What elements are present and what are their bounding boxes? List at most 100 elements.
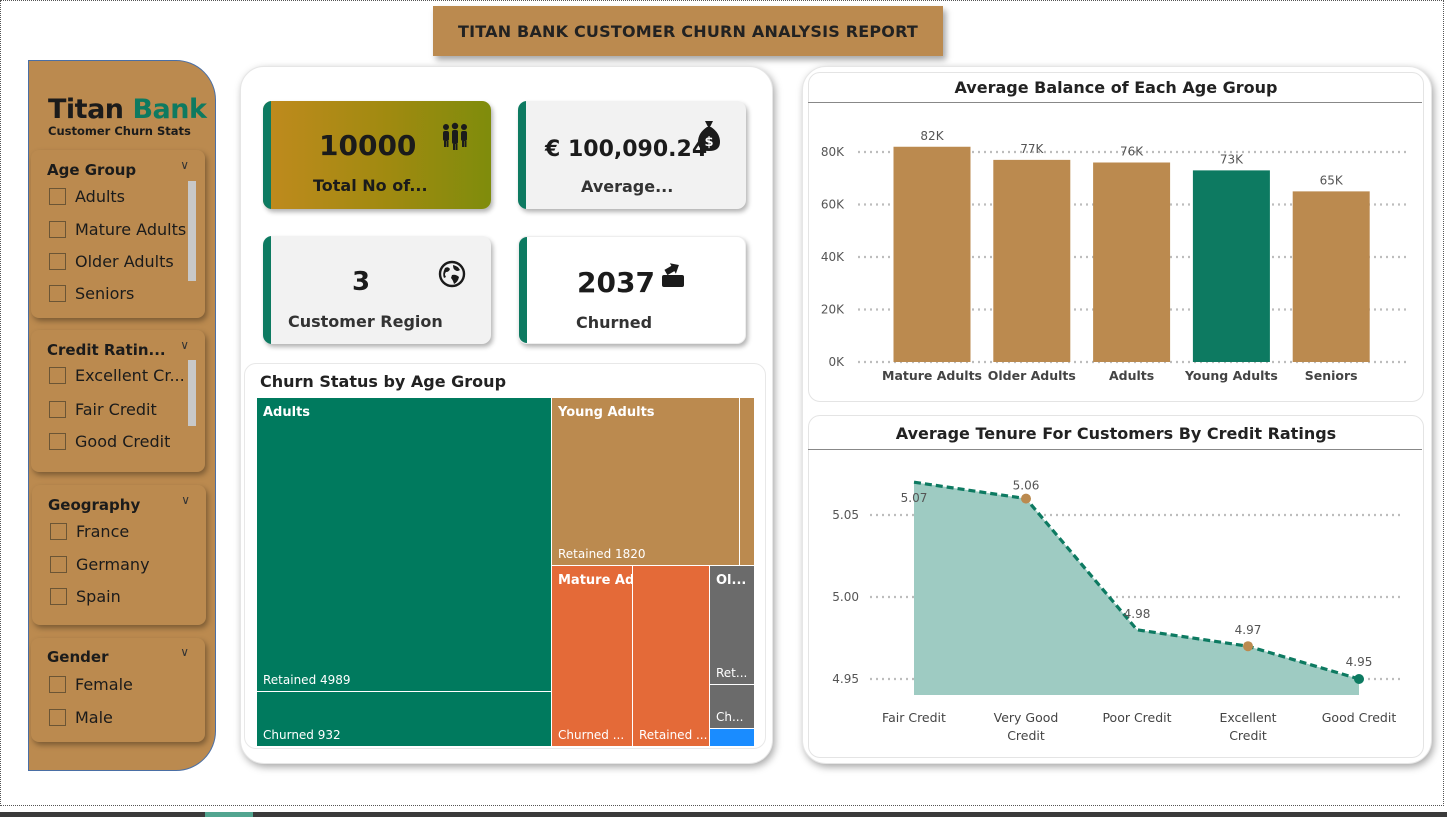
bar-mark[interactable]	[1192, 170, 1270, 362]
exit-icon	[660, 263, 686, 293]
kpi-accent	[263, 101, 271, 209]
treemap-older-adults-retained-label: Ret...	[716, 666, 748, 680]
checkbox[interactable]	[49, 676, 66, 693]
kpi-average-balance[interactable]: € 100,090.24 Average... $	[518, 101, 746, 209]
checkbox[interactable]	[49, 433, 66, 450]
bar-mark[interactable]	[993, 159, 1071, 362]
treemap-adults-retained[interactable]: Adults Retained 4989	[257, 398, 551, 691]
checkbox[interactable]	[49, 188, 66, 205]
bar-mark[interactable]	[1292, 191, 1370, 362]
treemap-title: Churn Status by Age Group	[259, 372, 507, 391]
treemap-young-adults-header: Young Adults	[558, 405, 655, 420]
treemap-young-adults-churned[interactable]	[740, 398, 754, 565]
area-fill	[914, 482, 1359, 695]
checkbox[interactable]	[49, 285, 66, 302]
chevron-down-icon[interactable]: ∨	[180, 645, 189, 659]
geography-slicer: Geography ∨ France Germany Spain	[32, 485, 206, 625]
treemap-mature-adults-retained[interactable]: Retained ...	[633, 566, 709, 746]
slicer-item-female[interactable]: Female	[49, 675, 133, 694]
checkbox[interactable]	[50, 523, 67, 540]
kpi-customer-region[interactable]: 3 Customer Region	[263, 236, 491, 344]
slicer-item-male[interactable]: Male	[49, 708, 113, 727]
area-data-label: 5.07	[901, 491, 928, 505]
slicer-item-older-adults[interactable]: Older Adults	[49, 252, 174, 271]
kpi-average-balance-label: Average...	[581, 177, 674, 196]
treemap-mature-adults-churned[interactable]: Mature Adults Churned ...	[552, 566, 632, 746]
area-point-marker[interactable]	[1243, 641, 1253, 652]
geography-slicer-title: Geography	[48, 496, 141, 514]
kpi-customer-region-value: 3	[352, 267, 371, 297]
area-data-label: 4.98	[1124, 607, 1151, 621]
bar-x-tick-label: Seniors	[1305, 368, 1358, 383]
brand-logo: Titan Bank	[48, 94, 207, 125]
bar-mark[interactable]	[893, 146, 971, 362]
money-bag-icon: $	[696, 119, 722, 157]
slicer-scrollbar[interactable]	[188, 181, 196, 281]
bar-y-tick-label: 40K	[821, 250, 845, 264]
gender-slicer: Gender ∨ Female Male	[31, 638, 205, 742]
bar-data-label: 73K	[1220, 152, 1244, 166]
svg-text:$: $	[704, 135, 713, 150]
bar-chart-title: Average Balance of Each Age Group	[954, 78, 1278, 97]
slicer-item-mature-adults[interactable]: Mature Adults	[49, 220, 186, 239]
treemap-mature-adults-churned-label: Churned ...	[558, 728, 625, 742]
area-chart: 4.95 5.00 5.05 5.07 5.06 4.98 4.97 4.95 Fair Cre…	[832, 479, 1400, 743]
treemap-older-adults-churned[interactable]: Ch...	[710, 685, 754, 728]
area-point-marker[interactable]	[1354, 674, 1364, 684]
treemap-young-adults-retained[interactable]: Young Adults Retained 1820	[552, 398, 739, 565]
slicer-item-spain[interactable]: Spain	[50, 587, 121, 606]
bar-x-tick-label: Older Adults	[988, 368, 1076, 383]
bar-y-tick-label: 80K	[821, 145, 845, 159]
bar-chart: 0K 20K 40K 60K 80K 82K Mature Adults 77K Older A…	[821, 129, 1410, 383]
checkbox[interactable]	[49, 401, 66, 418]
treemap-older-adults-churned-label: Ch...	[716, 710, 744, 724]
slicer-scrollbar[interactable]	[188, 360, 196, 426]
kpi-average-balance-value: € 100,090.24	[545, 137, 708, 162]
bar-mark[interactable]	[1093, 162, 1171, 363]
slicer-item-france[interactable]: France	[50, 522, 129, 541]
checkbox[interactable]	[50, 556, 67, 573]
bar-data-label: 77K	[1020, 142, 1044, 156]
kpi-churned[interactable]: 2037 Churned	[518, 236, 746, 344]
area-x-tick-label: Very Good Credit	[994, 710, 1059, 743]
chevron-down-icon[interactable]: ∨	[180, 158, 189, 172]
slicer-item-adults[interactable]: Adults	[49, 187, 125, 206]
globe-icon	[438, 260, 466, 292]
checkbox[interactable]	[49, 221, 66, 238]
bar-y-tick-label: 0K	[828, 355, 845, 369]
kpi-churned-value: 2037	[577, 266, 655, 299]
slicer-item-germany[interactable]: Germany	[50, 555, 150, 574]
area-data-label: 4.97	[1235, 623, 1262, 637]
bar-data-label: 76K	[1120, 145, 1144, 159]
kpi-accent	[518, 101, 526, 209]
checkbox[interactable]	[49, 709, 66, 726]
treemap-young-adults-retained-label: Retained 1820	[558, 547, 646, 561]
chevron-down-icon[interactable]: ∨	[181, 493, 190, 507]
bar-x-tick-label: Young Adults	[1184, 368, 1278, 383]
chevron-down-icon[interactable]: ∨	[180, 338, 189, 352]
checkbox[interactable]	[49, 253, 66, 270]
treemap-adults-churned[interactable]: Churned 932	[257, 692, 551, 746]
slicer-item-fair-credit[interactable]: Fair Credit	[49, 400, 157, 419]
treemap-seniors[interactable]	[710, 729, 754, 746]
people-icon	[439, 121, 471, 155]
area-data-label: 5.06	[1013, 479, 1040, 493]
area-y-tick-label: 5.05	[832, 508, 859, 522]
area-y-tick-label: 4.95	[832, 672, 859, 686]
active-page-indicator[interactable]	[205, 812, 253, 817]
kpi-total-customers[interactable]: 10000 Total No of...	[263, 101, 491, 209]
treemap-mature-adults-header: Mature Adults	[558, 573, 632, 588]
bar-x-tick-label: Mature Adults	[882, 368, 982, 383]
checkbox[interactable]	[50, 588, 67, 605]
slicer-item-good-credit[interactable]: Good Credit	[49, 432, 170, 451]
slicer-item-seniors[interactable]: Seniors	[49, 284, 134, 303]
area-chart-title: Average Tenure For Customers By Credit R…	[895, 424, 1337, 443]
area-x-tick-label: Good Credit	[1322, 710, 1397, 725]
bar-data-label: 82K	[920, 129, 944, 143]
kpi-accent	[263, 236, 271, 344]
treemap-older-adults-retained[interactable]: Ol... Ret...	[710, 566, 754, 684]
area-point-marker[interactable]	[1021, 493, 1031, 504]
treemap-older-adults-header: Ol...	[716, 573, 747, 588]
area-chart-title-rule	[808, 449, 1422, 450]
treemap-mature-adults-retained-label: Retained ...	[639, 728, 708, 742]
